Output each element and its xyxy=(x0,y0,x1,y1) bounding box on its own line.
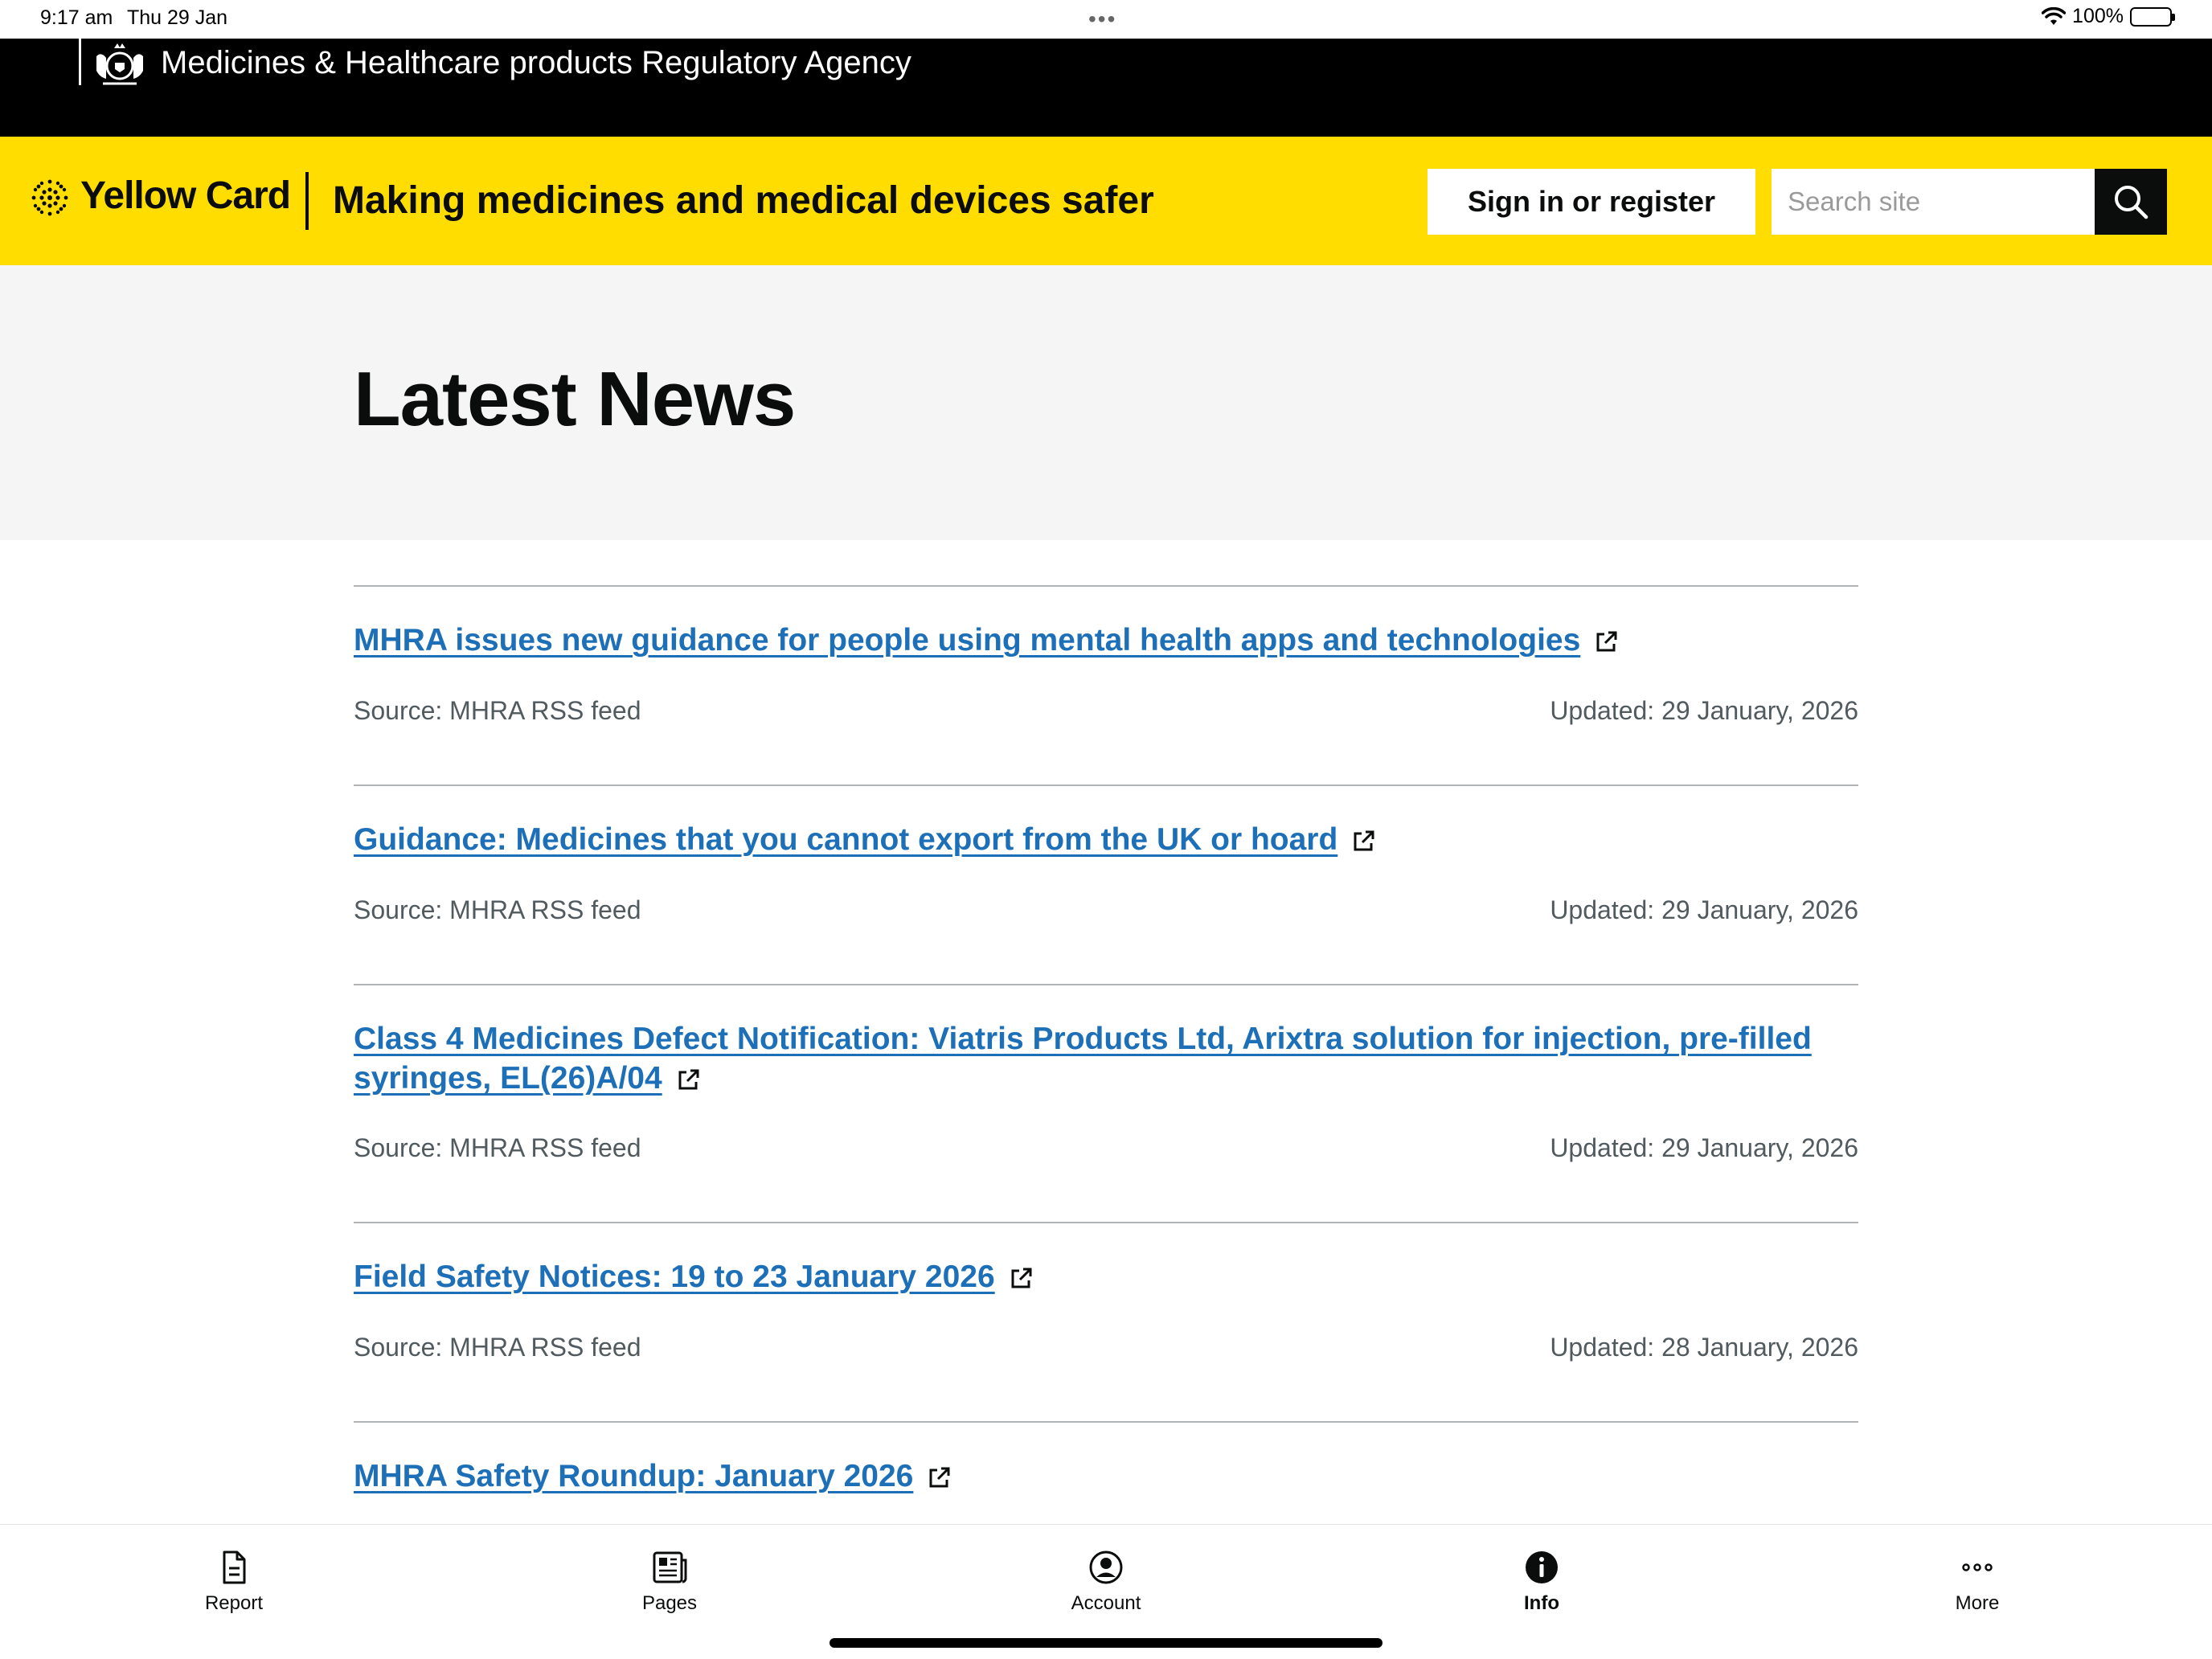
tab-info[interactable]: Info xyxy=(1461,1549,1622,1615)
external-link-icon xyxy=(929,1467,950,1488)
sign-in-button[interactable]: Sign in or register xyxy=(1428,169,1755,235)
status-bar: 9:17 am Thu 29 Jan ••• 100% xyxy=(0,0,2212,39)
news-item: Guidance: Medicines that you cannot expo… xyxy=(354,784,1858,984)
news-title: MHRA issues new guidance for people usin… xyxy=(354,623,1581,657)
news-item: MHRA issues new guidance for people usin… xyxy=(354,585,1858,784)
external-link-icon xyxy=(1354,830,1374,851)
agency-divider xyxy=(79,39,81,85)
tab-more[interactable]: More xyxy=(1897,1549,2058,1615)
page-title: Latest News xyxy=(354,356,796,442)
tab-label: More xyxy=(1955,1592,2000,1614)
info-icon xyxy=(1526,1551,1558,1583)
wifi-icon xyxy=(2042,6,2067,25)
royal-crest-icon xyxy=(96,43,143,85)
news-meta: Source: MHRA RSS feed Updated: 29 Januar… xyxy=(354,1133,1858,1165)
tab-report[interactable]: Report xyxy=(154,1549,314,1615)
news-item: Class 4 Medicines Defect Notification: V… xyxy=(354,984,1858,1222)
battery-percent: 100% xyxy=(2072,5,2124,27)
more-icon xyxy=(1962,1563,1993,1571)
news-source: Source: MHRA RSS feed xyxy=(354,895,641,924)
yellow-card-logo-text[interactable]: Yellow Card xyxy=(80,174,291,218)
news-title: MHRA Safety Roundup: January 2026 xyxy=(354,1459,914,1493)
news-title: Guidance: Medicines that you cannot expo… xyxy=(354,822,1338,857)
agency-name[interactable]: Medicines & Healthcare products Regulato… xyxy=(161,45,911,81)
header-divider xyxy=(305,172,309,230)
external-link-icon xyxy=(1596,631,1617,652)
news-meta: Source: MHRA RSS feed Updated: 28 Januar… xyxy=(354,1333,1858,1365)
battery-icon xyxy=(2130,6,2175,27)
news-source: Source: MHRA RSS feed xyxy=(354,1133,641,1162)
news-title: Class 4 Medicines Defect Notification: V… xyxy=(354,1022,1812,1096)
tab-label: Pages xyxy=(641,1592,698,1614)
news-link[interactable]: Field Safety Notices: 19 to 23 January 2… xyxy=(354,1257,1034,1296)
news-source: Source: MHRA RSS feed xyxy=(354,1333,641,1362)
tab-label: Account xyxy=(1071,1592,1141,1614)
news-link[interactable]: MHRA Safety Roundup: January 2026 xyxy=(354,1456,952,1496)
news-link[interactable]: Class 4 Medicines Defect Notification: V… xyxy=(354,1019,1858,1098)
agency-header: Medicines & Healthcare products Regulato… xyxy=(0,39,2212,137)
news-updated: Updated: 29 January, 2026 xyxy=(1550,696,1858,725)
external-link-icon xyxy=(678,1069,699,1090)
news-meta: Source: MHRA RSS feed Updated: 29 Januar… xyxy=(354,696,1858,728)
multitasking-dots-icon[interactable]: ••• xyxy=(1088,6,1116,32)
account-icon xyxy=(1089,1550,1123,1584)
search-icon xyxy=(2115,186,2149,219)
newspaper-icon xyxy=(653,1551,687,1583)
search-input[interactable] xyxy=(1772,169,2095,235)
news-link[interactable]: Guidance: Medicines that you cannot expo… xyxy=(354,820,1376,859)
page: 9:17 am Thu 29 Jan ••• 100% Medicines & … xyxy=(0,0,2212,1659)
hero-banner: Latest News xyxy=(0,265,2212,540)
document-icon xyxy=(223,1550,246,1584)
news-link[interactable]: MHRA issues new guidance for people usin… xyxy=(354,621,1619,660)
news-updated: Updated: 29 January, 2026 xyxy=(1550,895,1858,924)
tab-label: Report xyxy=(204,1592,264,1614)
yellow-card-logo-icon[interactable] xyxy=(27,175,72,220)
tab-account[interactable]: Account xyxy=(1026,1549,1186,1615)
tab-label: Info xyxy=(1524,1592,1559,1614)
site-header: Yellow Card Making medicines and medical… xyxy=(0,137,2212,265)
news-updated: Updated: 28 January, 2026 xyxy=(1550,1333,1858,1362)
tab-pages[interactable]: Pages xyxy=(589,1549,750,1615)
news-meta: Source: MHRA RSS feed Updated: 29 Januar… xyxy=(354,895,1858,928)
news-source: Source: MHRA RSS feed xyxy=(354,696,641,725)
status-time: 9:17 am xyxy=(40,6,113,29)
external-link-icon xyxy=(1011,1268,1032,1288)
news-updated: Updated: 29 January, 2026 xyxy=(1550,1133,1858,1162)
news-title: Field Safety Notices: 19 to 23 January 2… xyxy=(354,1260,995,1294)
news-item: Field Safety Notices: 19 to 23 January 2… xyxy=(354,1222,1858,1421)
news-list: MHRA issues new guidance for people usin… xyxy=(354,585,1858,1550)
site-tagline: Making medicines and medical devices saf… xyxy=(333,179,1154,222)
home-indicator[interactable] xyxy=(830,1638,1382,1648)
search-button[interactable] xyxy=(2095,169,2167,235)
status-indicators: 100% xyxy=(2042,5,2175,28)
status-date: Thu 29 Jan xyxy=(127,6,228,29)
